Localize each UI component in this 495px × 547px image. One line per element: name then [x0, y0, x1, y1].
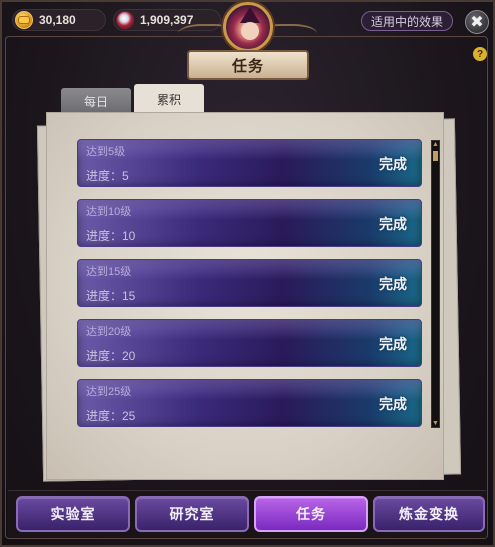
character-portrait: [223, 2, 273, 52]
help-button[interactable]: ?: [473, 47, 487, 61]
quest-complete-button[interactable]: 完成: [379, 334, 407, 354]
quest-scrollbar[interactable]: ▲ ▼: [431, 140, 440, 428]
character-face: [241, 22, 259, 40]
scroll-thumb[interactable]: [433, 151, 438, 161]
quest-complete-button[interactable]: 完成: [379, 274, 407, 294]
quest-progress: 进度：20: [86, 349, 136, 363]
quest-complete-button[interactable]: 完成: [379, 154, 407, 174]
quest-progress: 进度：5: [86, 169, 129, 183]
quest-complete-button[interactable]: 完成: [379, 214, 407, 234]
nav-alchemy-button[interactable]: 炼金变换: [373, 496, 485, 532]
page-title: 任务: [187, 50, 309, 80]
close-icon: ✖: [470, 14, 484, 31]
red-gem-icon: [116, 11, 134, 29]
quest-row[interactable]: 达到20级 进度：20 完成: [77, 319, 422, 367]
quest-row[interactable]: 达到5级 进度：5 完成: [77, 139, 422, 187]
help-icon: ?: [476, 48, 484, 60]
quest-name: 达到15级: [86, 266, 132, 278]
nav-quest-button[interactable]: 任务: [254, 496, 368, 532]
quest-row[interactable]: 达到10级 进度：10 完成: [77, 199, 422, 247]
quest-complete-button[interactable]: 完成: [379, 394, 407, 414]
quest-row[interactable]: 达到15级 进度：15 完成: [77, 259, 422, 307]
tab-daily[interactable]: 每日: [61, 88, 131, 114]
scroll-down-icon[interactable]: ▼: [432, 420, 439, 427]
quest-row[interactable]: 达到25级 进度：25 完成: [77, 379, 422, 427]
nav-lab-button[interactable]: 实验室: [16, 496, 130, 532]
quest-progress: 进度：10: [86, 229, 136, 243]
quest-progress: 进度：25: [86, 409, 136, 423]
quest-name: 达到20级: [86, 326, 132, 338]
gold-coin-icon: [15, 11, 33, 29]
active-effects-button[interactable]: 适用中的效果: [361, 11, 453, 31]
gold-counter: 30,180: [12, 9, 106, 31]
scroll-up-icon[interactable]: ▲: [432, 141, 439, 148]
gold-amount: 30,180: [39, 13, 76, 27]
tab-cumulative[interactable]: 累积: [134, 84, 204, 114]
quest-name: 达到10级: [86, 206, 132, 218]
quest-name: 达到25级: [86, 386, 132, 398]
witch-hat-icon: [240, 7, 260, 23]
nav-research-button[interactable]: 研究室: [135, 496, 249, 532]
quest-progress: 进度：15: [86, 289, 136, 303]
close-button[interactable]: ✖: [465, 10, 489, 34]
quest-name: 达到5级: [86, 146, 126, 158]
gem-amount: 1,909,397: [140, 13, 194, 27]
